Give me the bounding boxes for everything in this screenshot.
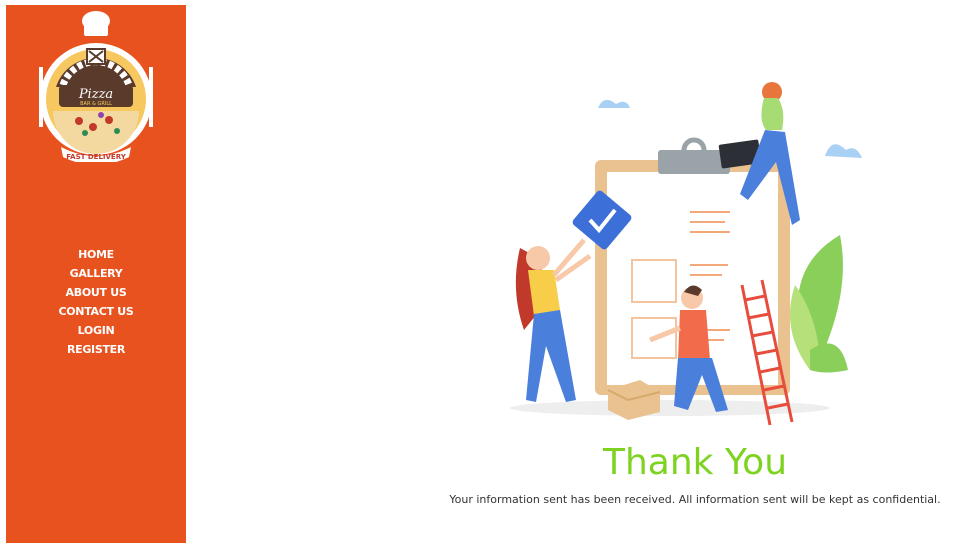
nav-about-us[interactable]: ABOUT US xyxy=(6,283,186,302)
nav-login[interactable]: LOGIN xyxy=(6,321,186,340)
brand-ribbon: FAST DELIVERY xyxy=(66,153,127,161)
nav-register[interactable]: REGISTER xyxy=(6,340,186,359)
brand-name: Pizza xyxy=(78,87,113,102)
thank-you-illustration xyxy=(480,70,900,440)
nav-gallery[interactable]: GALLERY xyxy=(6,264,186,283)
main-nav: HOME GALLERY ABOUT US CONTACT US LOGIN R… xyxy=(6,245,186,359)
brand-tagline: BAR & GRILL xyxy=(80,101,112,107)
nav-home[interactable]: HOME xyxy=(6,245,186,264)
sidebar: Pizza BAR & GRILL FAST DELIVERY HOME GAL… xyxy=(6,5,186,543)
confirmation-message: Your information sent has been received.… xyxy=(449,493,941,506)
nav-contact-us[interactable]: CONTACT US xyxy=(6,302,186,321)
pizza-logo-icon[interactable]: Pizza BAR & GRILL FAST DELIVERY xyxy=(31,7,161,165)
thank-you-title: Thank You xyxy=(602,442,788,483)
